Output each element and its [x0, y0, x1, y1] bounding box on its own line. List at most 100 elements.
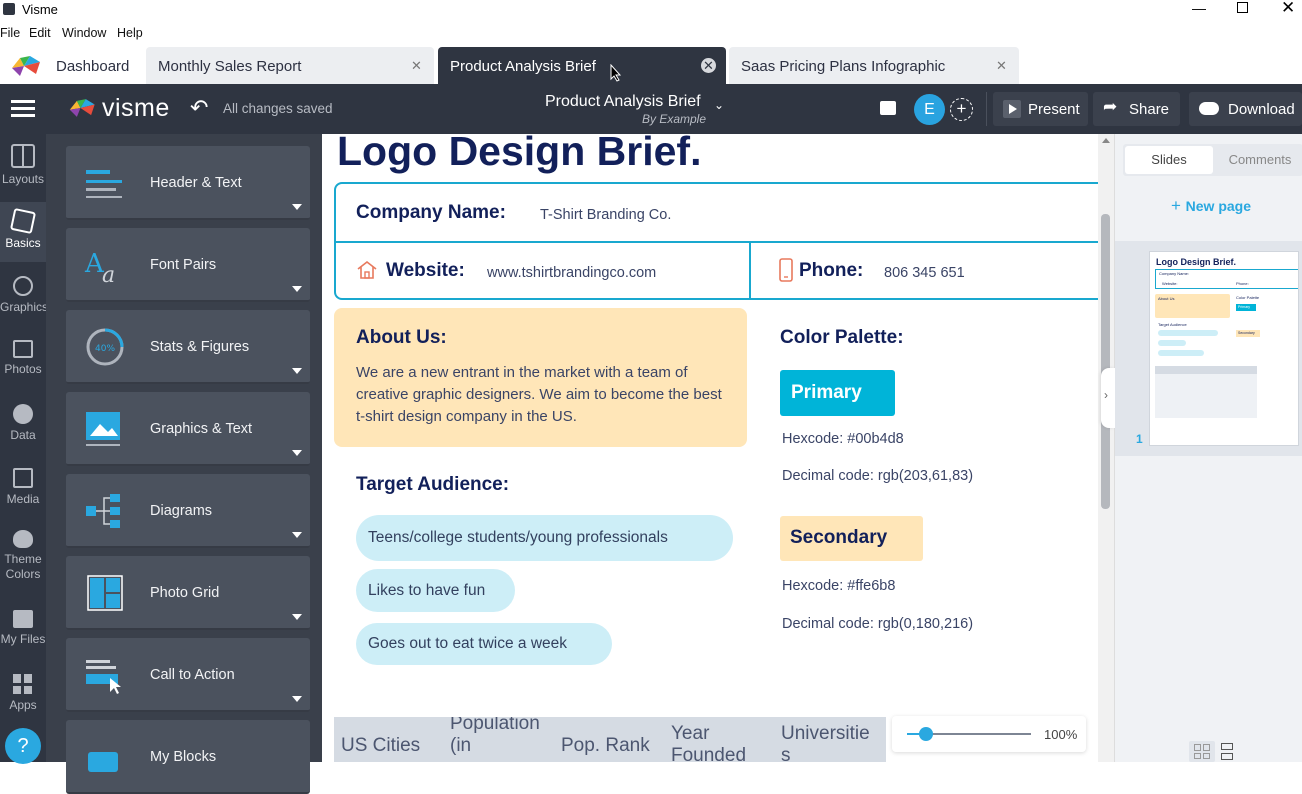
phone-value[interactable]: 806 345 651	[884, 265, 965, 281]
website-value[interactable]: www.tshirtbrandingco.com	[487, 265, 656, 281]
chevron-down-icon[interactable]	[292, 368, 302, 374]
tab-product-analysis-brief[interactable]: Product Analysis Brief ✕	[438, 47, 726, 84]
tab-comments[interactable]: Comments	[1217, 146, 1302, 174]
thumb-pill	[1158, 330, 1218, 336]
rail-media[interactable]: Media	[0, 458, 46, 518]
rail-data[interactable]: Data	[0, 394, 46, 454]
menu-edit[interactable]: Edit	[29, 26, 51, 40]
grid-view-icon[interactable]	[1189, 741, 1215, 762]
zoom-control[interactable]: 100%	[892, 716, 1086, 752]
tab-slides[interactable]: Slides	[1125, 146, 1213, 174]
about-text[interactable]: We are a new entrant in the market with …	[356, 362, 734, 428]
zoom-level[interactable]: 100%	[1044, 727, 1077, 742]
list-view-icon[interactable]	[1221, 743, 1233, 762]
audience-text: Goes out to eat twice a week	[368, 635, 568, 652]
block-diagrams[interactable]: Diagrams	[66, 474, 310, 548]
rail-basics[interactable]: Basics	[0, 202, 46, 262]
divider	[986, 92, 987, 126]
block-label: My Blocks	[150, 749, 217, 765]
avatar[interactable]: E	[914, 94, 945, 125]
undo-icon[interactable]: ↶	[190, 95, 208, 121]
close-tab-icon[interactable]: ✕	[409, 58, 424, 73]
chevron-down-icon[interactable]	[292, 286, 302, 292]
close-window-icon[interactable]: ✕	[1281, 0, 1295, 18]
font-pairs-icon: Aa	[84, 249, 115, 286]
audience-pill[interactable]: Likes to have fun	[356, 569, 515, 612]
doc-title[interactable]: Logo Design Brief.	[337, 134, 701, 175]
block-label: Header & Text	[150, 175, 242, 191]
maximize-icon[interactable]	[1237, 2, 1248, 13]
block-graphics-text[interactable]: Graphics & Text	[66, 392, 310, 466]
audience-pill[interactable]: Teens/college students/young professiona…	[356, 515, 733, 561]
info-table[interactable]: Company Name: T-Shirt Branding Co. Websi…	[334, 182, 1098, 300]
tab-monthly-sales-report[interactable]: Monthly Sales Report ✕	[146, 47, 434, 84]
table-header-cell: Population (in	[450, 717, 540, 756]
chevron-down-icon[interactable]	[292, 450, 302, 456]
company-label: Company Name:	[356, 202, 506, 223]
present-button[interactable]: Present	[993, 92, 1088, 126]
block-header-text[interactable]: Header & Text	[66, 146, 310, 220]
comments-icon[interactable]	[880, 101, 896, 115]
document-title[interactable]: Product Analysis Brief	[545, 93, 701, 111]
audience-pill[interactable]: Goes out to eat twice a week	[356, 623, 612, 665]
block-label: Diagrams	[150, 503, 213, 519]
block-photo-grid[interactable]: Photo Grid	[66, 556, 310, 630]
play-icon	[1003, 100, 1021, 118]
rail-label: My Files	[0, 632, 46, 646]
tab-saas-pricing-plans[interactable]: Saas Pricing Plans Infographic ✕	[729, 47, 1019, 84]
block-my-blocks[interactable]: My Blocks	[66, 720, 310, 794]
primary-hex[interactable]: Hexcode: #00b4d8	[782, 431, 904, 447]
primary-swatch[interactable]: Primary	[780, 370, 895, 416]
menu-file[interactable]: File	[0, 26, 20, 40]
close-tab-icon[interactable]: ✕	[994, 58, 1009, 73]
chevron-down-icon[interactable]	[292, 532, 302, 538]
editor-canvas[interactable]: Logo Design Brief. Company Name: T-Shirt…	[322, 134, 1098, 762]
block-call-to-action[interactable]: Call to Action	[66, 638, 310, 712]
rail-label: Theme Colors	[4, 552, 42, 581]
canvas-scrollbar[interactable]	[1098, 134, 1114, 762]
company-value[interactable]: T-Shirt Branding Co.	[540, 207, 671, 223]
secondary-hex[interactable]: Hexcode: #ffe6b8	[782, 578, 895, 594]
menu-window[interactable]: Window	[62, 26, 106, 40]
block-font-pairs[interactable]: Aa Font Pairs	[66, 228, 310, 302]
thumb-primary-label: Primary	[1238, 305, 1251, 309]
chevron-down-icon[interactable]	[292, 696, 302, 702]
scrollbar-up-icon[interactable]	[1102, 138, 1110, 143]
rail-label: Apps	[9, 698, 37, 712]
about-box[interactable]: About Us: We are a new entrant in the ma…	[334, 308, 747, 447]
help-button[interactable]: ?	[5, 728, 41, 764]
menu-help[interactable]: Help	[117, 26, 143, 40]
thumb-company: Company Name:	[1159, 271, 1190, 276]
hamburger-menu-icon[interactable]	[11, 100, 35, 118]
tab-dashboard[interactable]: Dashboard	[0, 46, 142, 84]
primary-decimal[interactable]: Decimal code: rgb(203,61,83)	[782, 468, 973, 484]
share-button[interactable]: ➦ Share	[1093, 92, 1180, 126]
block-stats-figures[interactable]: 40% Stats & Figures	[66, 310, 310, 384]
rail-apps[interactable]: Apps	[0, 666, 46, 726]
chevron-down-icon[interactable]	[292, 204, 302, 210]
zoom-slider-handle[interactable]	[918, 727, 933, 741]
page-number: 1	[1136, 432, 1143, 446]
audience-title: Target Audience:	[356, 474, 510, 495]
rail-my-files[interactable]: My Files	[0, 602, 46, 662]
rail-layouts[interactable]: Layouts	[0, 138, 46, 198]
tab-bar: Dashboard Monthly Sales Report ✕ Product…	[0, 46, 1302, 84]
chevron-down-icon[interactable]	[292, 614, 302, 620]
minimize-icon[interactable]: —	[1192, 0, 1206, 16]
download-button[interactable]: Download	[1189, 92, 1302, 126]
cities-table-header[interactable]: US Cities Population (in Pop. Rank Year …	[334, 717, 886, 762]
rail-photos[interactable]: Photos	[0, 330, 46, 390]
secondary-decimal[interactable]: Decimal code: rgb(0,180,216)	[782, 616, 973, 632]
chevron-down-icon[interactable]: ⌄	[714, 98, 724, 112]
add-collaborator-icon[interactable]: +	[950, 98, 973, 121]
new-page-button[interactable]: + New page	[1171, 196, 1251, 216]
rail-graphics[interactable]: Graphics	[0, 266, 48, 326]
close-tab-icon[interactable]: ✕	[701, 58, 716, 73]
collapse-panel-toggle[interactable]: ›	[1101, 368, 1115, 428]
table-header-cell: Pop. Rank	[561, 735, 650, 756]
secondary-swatch[interactable]: Secondary	[780, 516, 923, 561]
rail-theme-colors[interactable]: Theme Colors	[0, 522, 46, 592]
scrollbar-thumb[interactable]	[1101, 214, 1110, 509]
slide-thumbnail[interactable]: Logo Design Brief. Company Name: Website…	[1149, 251, 1299, 446]
header-text-icon	[86, 170, 122, 198]
